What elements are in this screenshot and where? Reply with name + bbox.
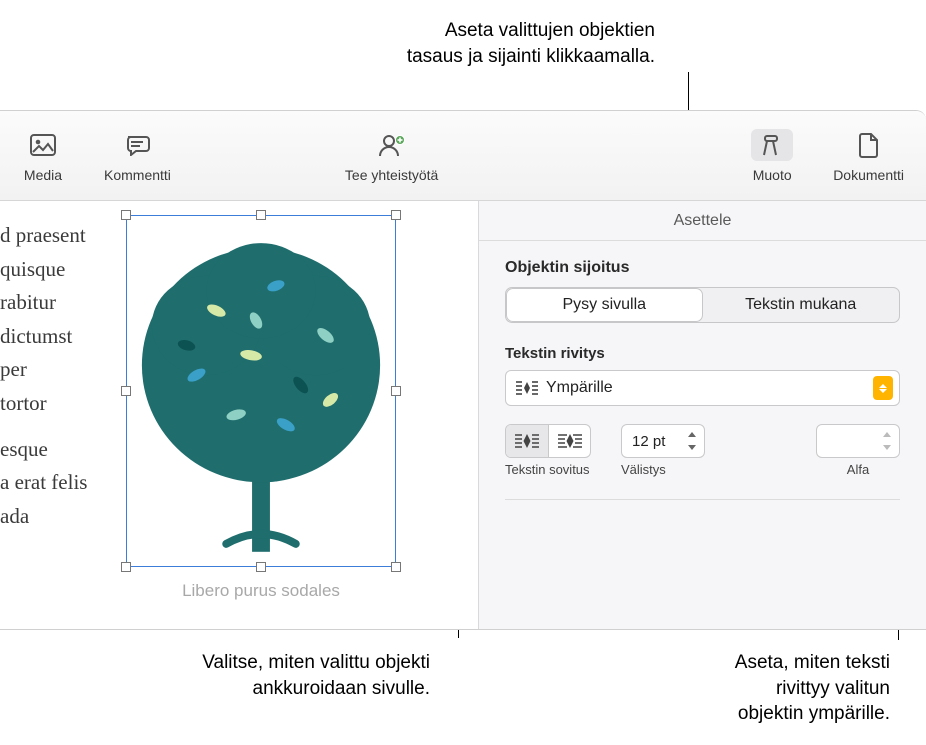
comment-label: Kommentti [104,167,171,183]
collaborate-icon [371,129,413,161]
resize-handle[interactable] [391,210,401,220]
fit-contour-button[interactable] [548,425,590,457]
format-inspector: Asettele Objektin sijoitus Pysy sivulla … [478,201,926,629]
toolbar: Media Kommentti Tee yhteistyötä Muoto [0,111,926,201]
callout-bottom-right: Aseta, miten teksti rivittyy valitun obj… [610,650,890,727]
spacing-label: Välistys [621,462,666,477]
placement-segment: Pysy sivulla Tekstin mukana [505,287,900,323]
document-icon [848,129,890,161]
fit-rect-icon [515,432,539,450]
alpha-step-up[interactable] [879,428,895,441]
media-label: Media [24,167,62,183]
dropdown-arrows-icon [873,376,893,400]
alpha-label: Alfa [847,462,869,477]
tab-arrange[interactable]: Asettele [656,204,750,238]
fit-rect-button[interactable] [506,425,548,457]
comment-icon [116,129,158,161]
inspector-tabs: Asettele [479,201,926,241]
document-label: Dokumentti [833,167,904,183]
alpha-stepper[interactable] [816,424,900,458]
resize-handle[interactable] [256,562,266,572]
text-fit-segment [505,424,591,458]
wrap-select[interactable]: Ympärille [505,370,900,406]
media-icon [22,129,64,161]
selected-image[interactable] [126,215,396,567]
fit-label: Tekstin sovitus [505,462,590,477]
callout-bottom-left: Valitse, miten valittu objekti ankkuroid… [110,650,430,701]
format-icon [751,129,793,161]
comment-button[interactable]: Kommentti [96,123,179,189]
resize-handle[interactable] [121,562,131,572]
format-label: Muoto [753,167,792,183]
seg-move-with-text[interactable]: Tekstin mukana [703,288,900,322]
collaborate-button[interactable]: Tee yhteistyötä [337,123,446,189]
collaborate-label: Tee yhteistyötä [345,167,438,183]
seg-stay-on-page[interactable]: Pysy sivulla [506,288,703,322]
document-button[interactable]: Dokumentti [825,123,912,189]
image-caption[interactable]: Libero purus sodales [126,577,396,604]
callout-top: Aseta valittujen objektien tasaus ja sij… [235,18,655,69]
resize-handle[interactable] [256,210,266,220]
tree-illustration [127,216,395,566]
spacing-stepper[interactable]: 12 pt [621,424,705,458]
fit-contour-icon [558,432,582,450]
wrap-around-icon [514,380,540,396]
resize-handle[interactable] [121,210,131,220]
document-canvas[interactable]: d praesent quisque rabitur dictumst per … [0,201,478,629]
alpha-step-down[interactable] [879,441,895,454]
divider [505,499,900,500]
spacing-step-down[interactable] [684,441,700,454]
section-title-wrap: Tekstin rivitys [505,345,900,362]
spacing-step-up[interactable] [684,428,700,441]
resize-handle[interactable] [121,386,131,396]
resize-handle[interactable] [391,562,401,572]
resize-handle[interactable] [391,386,401,396]
spacing-value: 12 pt [632,433,678,450]
wrap-select-value: Ympärille [540,379,873,397]
format-button[interactable]: Muoto [743,123,801,189]
app-window: Media Kommentti Tee yhteistyötä Muoto [0,110,926,630]
media-button[interactable]: Media [14,123,72,189]
section-title-placement: Objektin sijoitus [505,259,900,277]
